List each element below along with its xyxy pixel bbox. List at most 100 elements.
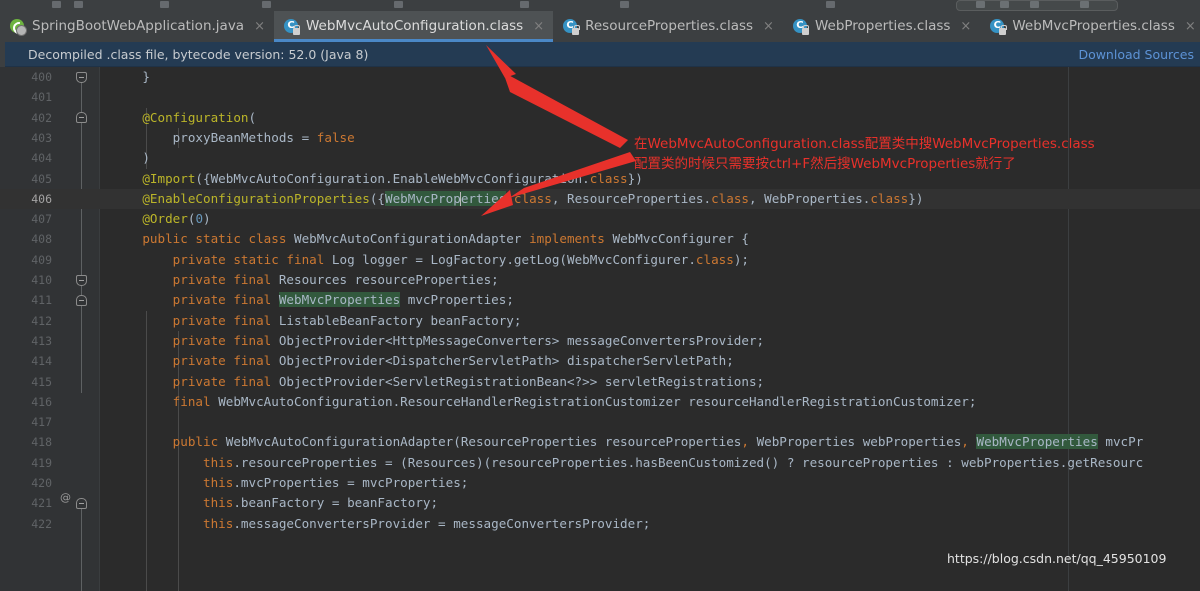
editor-tab-webmvcautoconfiguration[interactable]: C WebMvcAutoConfiguration.class × [273,11,554,42]
download-sources-link[interactable]: Download Sources [1078,47,1200,62]
close-tab-icon[interactable]: × [254,20,265,33]
notification-message: Decompiled .class file, bytecode version… [28,46,369,62]
code-line-420: this.mvcProperties = mvcProperties; [203,475,469,490]
line-number: 421 [31,496,52,511]
code-row[interactable]: 414 private final ObjectProvider<Dispatc… [0,351,1200,371]
code-line-409: private static final Log logger = LogFac… [172,251,750,267]
toolbar-icon[interactable] [262,1,271,8]
code-row[interactable]: 419 this.resourceProperties = (Resources… [0,453,1200,473]
code-line-421: this.beanFactory = beanFactory; [203,495,439,511]
close-tab-icon[interactable]: × [533,20,544,33]
code-line-406: @EnableConfigurationProperties({WebMvcPr… [142,190,924,206]
code-line-418: public WebMvcAutoConfigurationAdapter(Re… [172,434,1144,450]
code-line-403: proxyBeanMethods = false [172,129,355,145]
code-line-407: @Order(0) [142,211,211,227]
toolbar-icon[interactable] [160,1,169,8]
line-number: 410 [31,273,52,287]
class-file-icon: C [563,18,580,35]
line-number: 417 [31,415,52,430]
code-row-current[interactable]: 406 @EnableConfigurationProperties({WebM… [0,188,1200,210]
watermark-url: https://blog.csdn.net/qq_45950109 [947,551,1167,566]
notification-left-strip [0,42,5,67]
toolbar-icon[interactable] [826,1,835,8]
line-number: 405 [31,171,52,186]
code-row[interactable]: 405 @Import({WebMvcAutoConfiguration.Ena… [0,169,1200,189]
code-row[interactable]: 415 private final ObjectProvider<Servlet… [0,372,1200,392]
code-row[interactable]: 410 private final Resources resourceProp… [0,270,1200,290]
editor-tab-label: WebMvcProperties.class [1012,18,1175,34]
toolbar-icon[interactable] [1080,1,1089,8]
line-number: 403 [31,130,52,145]
close-tab-icon[interactable]: × [763,20,774,33]
line-number: 407 [31,212,52,227]
code-line-422: this.messageConvertersProvider = message… [203,515,651,531]
line-number: 402 [31,110,52,125]
ide-window: SpringBootWebApplication.java × C WebMvc… [0,0,1200,591]
line-number: 415 [31,374,52,389]
class-file-icon: C [283,18,301,35]
editor-tab-label: SpringBootWebApplication.java [32,18,245,34]
code-row[interactable]: 400 } [0,67,1200,87]
decompiled-notification-bar: Decompiled .class file, bytecode version… [0,42,1200,67]
line-number: 411 [31,293,52,308]
code-line-402: @Configuration( [112,109,257,125]
editor-tab-webproperties[interactable]: C WebProperties.class × [782,11,981,42]
code-line-400: } [112,69,150,84]
line-number: 412 [31,313,52,328]
code-row[interactable]: 422 this.messageConvertersProvider = mes… [0,514,1200,534]
code-row[interactable]: 407 @Order(0) [0,209,1200,229]
line-number: 414 [31,354,52,369]
code-row[interactable]: 412 private final ListableBeanFactory be… [0,311,1200,331]
class-file-icon: C [792,18,810,35]
toolbar-icon[interactable] [74,1,83,8]
code-row[interactable]: 413 private final ObjectProvider<HttpMes… [0,331,1200,351]
line-number: 401 [31,90,52,105]
line-number: 400 [31,70,52,84]
line-number: 418 [31,435,52,450]
code-row[interactable]: 416 final WebMvcAutoConfiguration.Resour… [0,392,1200,412]
editor-tab-springbootwebapplication[interactable]: SpringBootWebApplication.java × [0,11,274,42]
toolbar-icon[interactable] [620,1,629,8]
code-line-415: private final ObjectProvider<ServletRegi… [172,373,765,389]
line-number: 408 [31,232,52,247]
close-tab-icon[interactable]: × [1185,20,1196,33]
spring-file-icon [10,18,27,36]
code-row[interactable]: 411 private final WebMvcProperties mvcPr… [0,290,1200,310]
code-line-410: private final Resources resourceProperti… [172,272,499,287]
toolbar-icon[interactable] [52,1,61,8]
editor-tab-bar: SpringBootWebApplication.java × C WebMvc… [0,11,1200,42]
code-row[interactable]: 418 public WebMvcAutoConfigurationAdapte… [0,432,1200,452]
code-row[interactable]: 420 this.mvcProperties = mvcProperties; [0,473,1200,493]
toolbar-icon[interactable] [1030,1,1039,8]
code-line-411: private final WebMvcProperties mvcProper… [172,292,514,308]
toolbar-icon[interactable] [1000,1,1009,8]
code-line-419: this.resourceProperties = (Resources)(re… [203,454,1144,470]
code-line-412: private final ListableBeanFactory beanFa… [172,312,522,328]
code-line-414: private final ObjectProvider<DispatcherS… [172,353,734,369]
toolbar-icon[interactable] [520,1,529,8]
toolbar-icon[interactable] [976,1,985,8]
toolbar-icon[interactable] [394,1,403,8]
line-number: 419 [31,455,52,470]
line-number: 404 [31,151,52,166]
code-line-413: private final ObjectProvider<HttpMessage… [172,332,765,348]
annotation-text-line-2: 配置类的时候只需要按ctrl+F然后搜WebMvcProperties就行了 [634,156,1016,172]
code-line-405: @Import({WebMvcAutoConfiguration.EnableW… [142,170,643,186]
editor-tab-resourceproperties[interactable]: C ResourceProperties.class × [553,11,783,42]
code-row[interactable]: 401 [0,87,1200,107]
close-tab-icon[interactable]: × [960,20,971,33]
editor-tab-label: WebProperties.class [814,18,951,34]
line-number: 413 [31,333,52,348]
annotation-text-line-1: 在WebMvcAutoConfiguration.class配置类中搜WebMv… [634,136,1095,152]
line-number: 422 [31,516,52,531]
code-row[interactable]: 417 [0,412,1200,432]
class-file-icon: C [990,18,1007,35]
editor-tab-webmvcproperties[interactable]: C WebMvcProperties.class × [980,11,1200,42]
editor-tab-label: WebMvcAutoConfiguration.class [305,18,524,34]
code-row[interactable]: 409 private static final Log logger = Lo… [0,250,1200,270]
code-line-416: final WebMvcAutoConfiguration.ResourceHa… [172,393,977,409]
code-row[interactable]: 402 @Configuration( [0,108,1200,128]
code-row[interactable]: 421 this.beanFactory = beanFactory; [0,493,1200,513]
code-row[interactable]: 408 public static class WebMvcAutoConfig… [0,229,1200,249]
line-number: 406 [31,191,52,206]
